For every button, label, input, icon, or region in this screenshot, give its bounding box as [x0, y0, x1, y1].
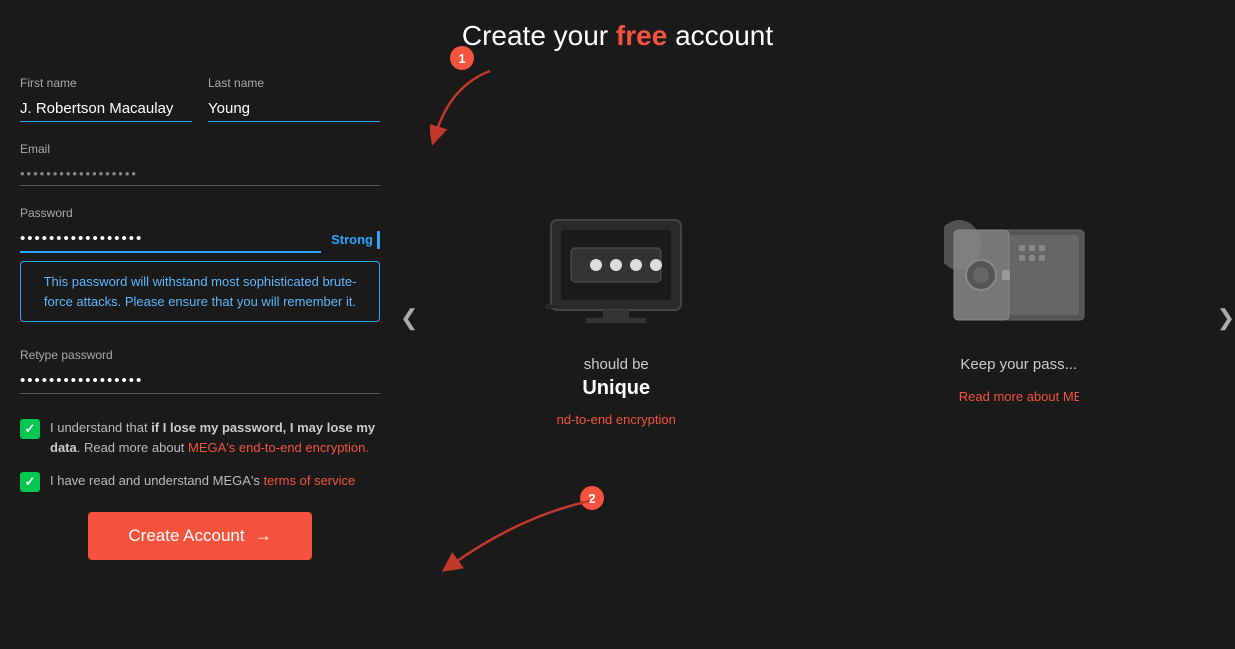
strength-bar	[377, 231, 380, 249]
last-name-input[interactable]	[208, 96, 380, 122]
mega-link-text-1: MEGA's end-to-end encryption.	[188, 440, 369, 455]
create-btn-label: Create Account	[128, 526, 244, 546]
carousel-item-1: should be Unique nd-to-end encryption	[430, 210, 803, 427]
left-arrow-icon: ❮	[400, 305, 418, 330]
password-input[interactable]	[20, 226, 321, 253]
annotation-arrow-1	[430, 66, 510, 146]
email-label: Email	[20, 142, 380, 156]
checkbox-text-1: I understand that if I lose my password,…	[50, 418, 380, 457]
title-highlight: free	[616, 20, 667, 51]
checkmark-1: ✓	[25, 421, 36, 437]
checkbox-text-2: I have read and understand MEGA's terms …	[50, 471, 355, 491]
retype-input[interactable]	[20, 368, 380, 394]
carousel-link-1[interactable]: nd-to-end encryption	[557, 412, 676, 427]
create-btn-arrow-icon: →	[255, 526, 272, 546]
annotation-1-container: 1	[450, 46, 474, 70]
create-account-button[interactable]: Create Account →	[88, 512, 311, 560]
page-title: Create your free account	[462, 20, 773, 52]
password-row: Strong	[20, 226, 380, 253]
first-name-label: First name	[20, 76, 192, 90]
carousel-subtitle-2: Keep your pass...	[960, 356, 1077, 373]
carousel-image-2	[944, 210, 1094, 340]
checkboxes: ✓ I understand that if I lose my passwor…	[20, 418, 380, 492]
email-group: Email	[20, 142, 380, 186]
strength-label: Strong	[331, 232, 373, 247]
password-hint: This password will withstand most sophis…	[20, 261, 380, 322]
password-group: Password Strong This password will withs…	[20, 206, 380, 338]
carousel-link-text-2: Read more about MEGA's e	[959, 389, 1079, 404]
first-name-input[interactable]	[20, 96, 192, 122]
title-suffix: account	[667, 20, 773, 51]
first-name-group: First name	[20, 76, 192, 122]
terms-link-text: terms of service	[264, 473, 356, 488]
carousel-title-1: Unique	[582, 377, 650, 400]
email-input[interactable]	[20, 162, 380, 186]
retype-label: Retype password	[20, 348, 380, 362]
terms-link[interactable]: terms of service	[264, 473, 356, 488]
right-arrow-icon: ❯	[1217, 305, 1235, 330]
retype-group: Retype password	[20, 348, 380, 394]
create-btn-wrapper: Create Account →	[20, 512, 380, 560]
carousel-right-button[interactable]: ❯	[1217, 305, 1235, 331]
carousel-image-1	[541, 210, 691, 340]
carousel-item-2: Keep your pass... Read more about MEGA's…	[833, 210, 1206, 404]
carousel-left-button[interactable]: ❮	[400, 305, 418, 331]
checkbox-row-2: ✓ I have read and understand MEGA's term…	[20, 471, 380, 492]
last-name-group: Last name	[208, 76, 380, 122]
carousel-content: should be Unique nd-to-end encryption	[430, 210, 1205, 427]
carousel-subtitle-1: should be	[584, 356, 649, 373]
checkbox-2[interactable]: ✓	[20, 472, 40, 492]
mega-link-1[interactable]: MEGA's end-to-end encryption.	[188, 440, 369, 455]
title-prefix: Create your	[462, 20, 616, 51]
page-container: Create your free account First name Last…	[0, 20, 1235, 560]
content-wrapper: First name Last name Email Password Stro…	[0, 76, 1235, 560]
carousel-link-2[interactable]: Read more about MEGA's e...	[959, 389, 1079, 404]
checkbox-row-1: ✓ I understand that if I lose my passwor…	[20, 418, 380, 457]
checkmark-2: ✓	[25, 474, 36, 490]
carousel-section: 1 ❮	[400, 76, 1235, 560]
carousel-link-text-1: nd-to-end encryption	[557, 412, 676, 427]
annotation-2-container: 2	[580, 486, 604, 510]
checkbox-1[interactable]: ✓	[20, 419, 40, 439]
password-hint-text: This password will withstand most sophis…	[44, 274, 357, 309]
name-row: First name Last name	[20, 76, 380, 122]
annotation-arrow-2	[440, 496, 600, 576]
last-name-label: Last name	[208, 76, 380, 90]
form-section: First name Last name Email Password Stro…	[0, 76, 400, 560]
password-label: Password	[20, 206, 380, 220]
